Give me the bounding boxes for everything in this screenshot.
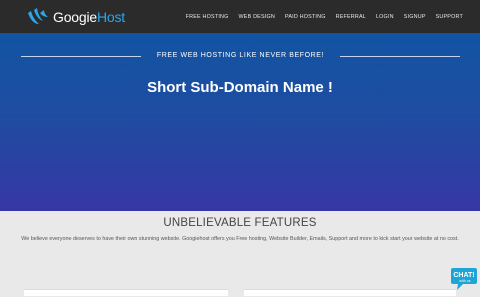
top-navbar: GoogieHost FREE HOSTING WEB DESIGN PAID …	[0, 0, 480, 33]
features-description: We believe everyone deserves to have the…	[21, 236, 459, 242]
hero-headline: Short Sub-Domain Name !	[147, 79, 333, 96]
chat-widget-button[interactable]: CHAT! with us	[450, 266, 478, 292]
site-logo[interactable]: GoogieHost	[26, 6, 125, 28]
logo-text-host: Host	[96, 9, 125, 25]
chat-sublabel: with us	[459, 279, 470, 283]
nav-referral[interactable]: REFERRAL	[336, 14, 366, 20]
chat-label: CHAT!	[453, 272, 474, 279]
logo-text: GoogieHost	[53, 9, 125, 25]
main-nav: FREE HOSTING WEB DESIGN PAID HOSTING REF…	[176, 0, 463, 33]
nav-paid-hosting[interactable]: PAID HOSTING	[285, 14, 326, 20]
nav-support[interactable]: SUPPORT	[436, 14, 463, 20]
features-title: UNBELIEVABLE FEATURES	[163, 217, 317, 229]
nav-login[interactable]: LOGIN	[376, 14, 394, 20]
nav-web-design[interactable]: WEB DESIGN	[239, 14, 275, 20]
logo-text-googie: Googie	[53, 9, 97, 25]
tagline-divider-right	[340, 56, 460, 57]
nav-free-hosting[interactable]: FREE HOSTING	[186, 14, 229, 20]
logo-mark-icon	[28, 8, 48, 24]
hero-tagline-row: FREE WEB HOSTING LIKE NEVER BEFORE!	[21, 50, 460, 62]
hero-banner: FREE WEB HOSTING LIKE NEVER BEFORE! Shor…	[0, 33, 480, 211]
chat-bubble-icon: CHAT! with us	[451, 268, 477, 290]
features-section: UNBELIEVABLE FEATURES We believe everyon…	[0, 211, 480, 296]
nav-signup[interactable]: SIGNUP	[404, 14, 426, 20]
